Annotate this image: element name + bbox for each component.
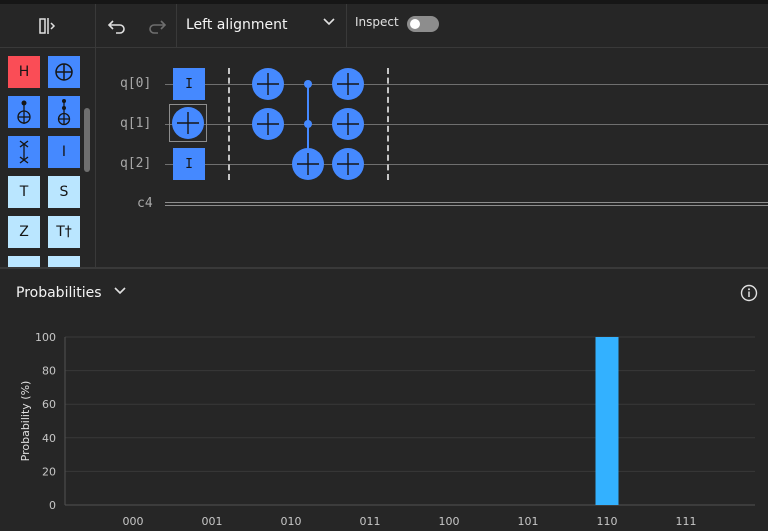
not-gate[interactable] bbox=[332, 68, 364, 100]
x-tick-label: 001 bbox=[202, 515, 223, 528]
gate-swap[interactable] bbox=[8, 136, 40, 168]
toolbar-separator bbox=[346, 4, 347, 47]
x-tick-label: 011 bbox=[360, 515, 381, 528]
toffoli-target-gate[interactable] bbox=[292, 148, 324, 180]
gate-label: I bbox=[61, 144, 67, 160]
not-gate[interactable] bbox=[172, 107, 204, 139]
gate-label: T† bbox=[56, 224, 72, 240]
gate-label: I bbox=[185, 76, 193, 92]
redo-button[interactable] bbox=[138, 4, 176, 47]
sidebar-collapse-icon bbox=[38, 17, 55, 34]
oplus-icon bbox=[257, 113, 279, 135]
identity-gate[interactable]: I bbox=[173, 148, 205, 180]
identity-gate[interactable]: I bbox=[173, 68, 205, 100]
control-dot[interactable] bbox=[304, 120, 312, 128]
y-tick-label: 60 bbox=[42, 398, 56, 411]
inspect-toggle[interactable] bbox=[407, 16, 439, 32]
bar-110 bbox=[595, 337, 619, 505]
x-tick-label: 111 bbox=[676, 515, 697, 528]
x-tick-label: 100 bbox=[439, 515, 460, 528]
barrier[interactable] bbox=[387, 68, 389, 180]
y-tick-label: 80 bbox=[42, 365, 56, 378]
gate-label: T bbox=[19, 184, 29, 200]
alignment-dropdown-label: Left alignment bbox=[186, 17, 288, 33]
gate-label: H bbox=[18, 64, 30, 80]
probability-chart: 0 20 40 60 80 100 Probability (%) 000 001 010 011 1… bbox=[19, 331, 755, 528]
gate-label: Z bbox=[19, 224, 29, 240]
classical-register-label: c4 bbox=[137, 196, 153, 211]
chevron-down-icon bbox=[323, 18, 335, 26]
y-tick-label: 0 bbox=[49, 499, 56, 512]
not-gate[interactable] bbox=[252, 68, 284, 100]
oplus-icon bbox=[297, 153, 319, 175]
y-tick-label: 100 bbox=[35, 331, 56, 344]
gate-not[interactable] bbox=[48, 56, 80, 88]
gate-palette: H I T S Z T† bbox=[0, 48, 96, 267]
undo-icon bbox=[107, 19, 125, 34]
qubit-label: q[2] bbox=[120, 156, 152, 171]
inspect-label: Inspect bbox=[355, 15, 399, 29]
gate-cnot[interactable] bbox=[8, 96, 40, 128]
not-gate[interactable] bbox=[332, 108, 364, 140]
barrier[interactable] bbox=[228, 68, 230, 180]
undo-button[interactable] bbox=[98, 4, 136, 47]
not-gate[interactable] bbox=[252, 108, 284, 140]
x-tick-label: 000 bbox=[123, 515, 144, 528]
cnot-icon bbox=[17, 100, 31, 124]
gate-t-dagger[interactable]: T† bbox=[48, 216, 80, 248]
toggle-knob bbox=[410, 19, 420, 29]
y-tick-label: 40 bbox=[42, 432, 56, 445]
redo-icon bbox=[149, 19, 167, 34]
swap-icon bbox=[19, 140, 29, 164]
oplus-icon bbox=[257, 73, 279, 95]
gate-identity[interactable]: I bbox=[48, 136, 80, 168]
gate-partial[interactable] bbox=[8, 256, 40, 267]
toolbar-separator bbox=[95, 4, 96, 47]
oplus-icon bbox=[337, 153, 359, 175]
oplus-icon bbox=[337, 73, 359, 95]
qubit-label: q[1] bbox=[120, 116, 152, 131]
oplus-icon bbox=[177, 112, 199, 134]
x-tick-label: 101 bbox=[518, 515, 539, 528]
gate-label: S bbox=[59, 184, 69, 200]
gate-h[interactable]: H bbox=[8, 56, 40, 88]
gate-t[interactable]: T bbox=[8, 176, 40, 208]
control-dot[interactable] bbox=[304, 80, 312, 88]
x-tick-label: 010 bbox=[281, 515, 302, 528]
oplus-icon bbox=[55, 63, 73, 81]
qubit-label: q[0] bbox=[120, 76, 152, 91]
sidebar-toggle-button[interactable] bbox=[0, 4, 95, 47]
classical-wire bbox=[165, 202, 768, 206]
y-axis-label: Probability (%) bbox=[19, 381, 32, 462]
y-tick-label: 20 bbox=[42, 465, 56, 478]
toffoli-icon bbox=[57, 99, 71, 126]
palette-scrollbar[interactable] bbox=[84, 108, 90, 172]
gate-partial[interactable] bbox=[48, 256, 80, 267]
gate-toffoli[interactable] bbox=[48, 96, 80, 128]
gate-s[interactable]: S bbox=[48, 176, 80, 208]
alignment-dropdown[interactable]: Left alignment bbox=[177, 4, 345, 46]
gate-z[interactable]: Z bbox=[8, 216, 40, 248]
oplus-icon bbox=[337, 113, 359, 135]
circuit-canvas[interactable]: q[0] q[1] q[2] c4 I I bbox=[96, 48, 768, 267]
x-tick-label: 110 bbox=[597, 515, 618, 528]
gate-label: I bbox=[185, 156, 193, 172]
qubit-wire bbox=[165, 164, 768, 165]
not-gate[interactable] bbox=[332, 148, 364, 180]
